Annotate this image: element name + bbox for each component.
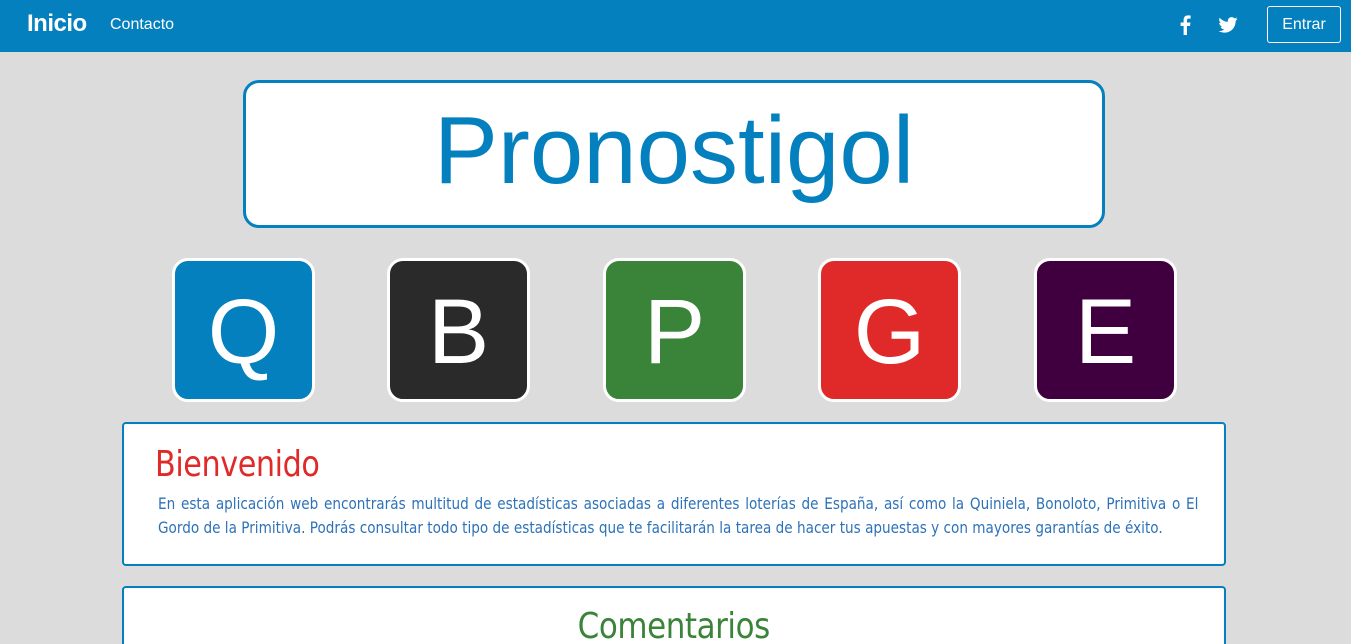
welcome-panel: Bienvenido En esta aplicación web encont… xyxy=(122,422,1226,566)
tile-letter: P xyxy=(643,281,706,383)
tile-gordo[interactable]: G xyxy=(818,258,961,402)
tile-letter: Q xyxy=(207,281,280,383)
welcome-description: En esta aplicación web encontrarás multi… xyxy=(158,494,1199,537)
facebook-icon[interactable] xyxy=(1173,13,1197,37)
tile-euromillones[interactable]: E xyxy=(1034,258,1177,402)
comments-heading: Comentarios xyxy=(124,605,1224,644)
tile-letter: B xyxy=(427,281,490,383)
comments-panel: Comentarios xyxy=(122,586,1226,644)
tile-letter: E xyxy=(1074,281,1137,383)
login-button[interactable]: Entrar xyxy=(1267,6,1341,43)
top-navbar: Inicio Contacto Entrar xyxy=(0,0,1351,52)
site-title: Pronostigol xyxy=(433,97,915,204)
brand-home-link[interactable]: Inicio xyxy=(27,8,87,40)
welcome-heading: Bienvenido xyxy=(155,444,320,485)
tile-bonoloto[interactable]: B xyxy=(387,258,530,402)
twitter-icon[interactable] xyxy=(1216,13,1240,37)
nav-link-contacto[interactable]: Contacto xyxy=(110,14,174,36)
tile-primitiva[interactable]: P xyxy=(603,258,746,402)
title-banner: Pronostigol xyxy=(243,80,1105,228)
comments-heading-text: Comentarios xyxy=(577,606,771,644)
tile-quiniela[interactable]: Q xyxy=(172,258,315,402)
tile-letter: G xyxy=(853,281,926,383)
